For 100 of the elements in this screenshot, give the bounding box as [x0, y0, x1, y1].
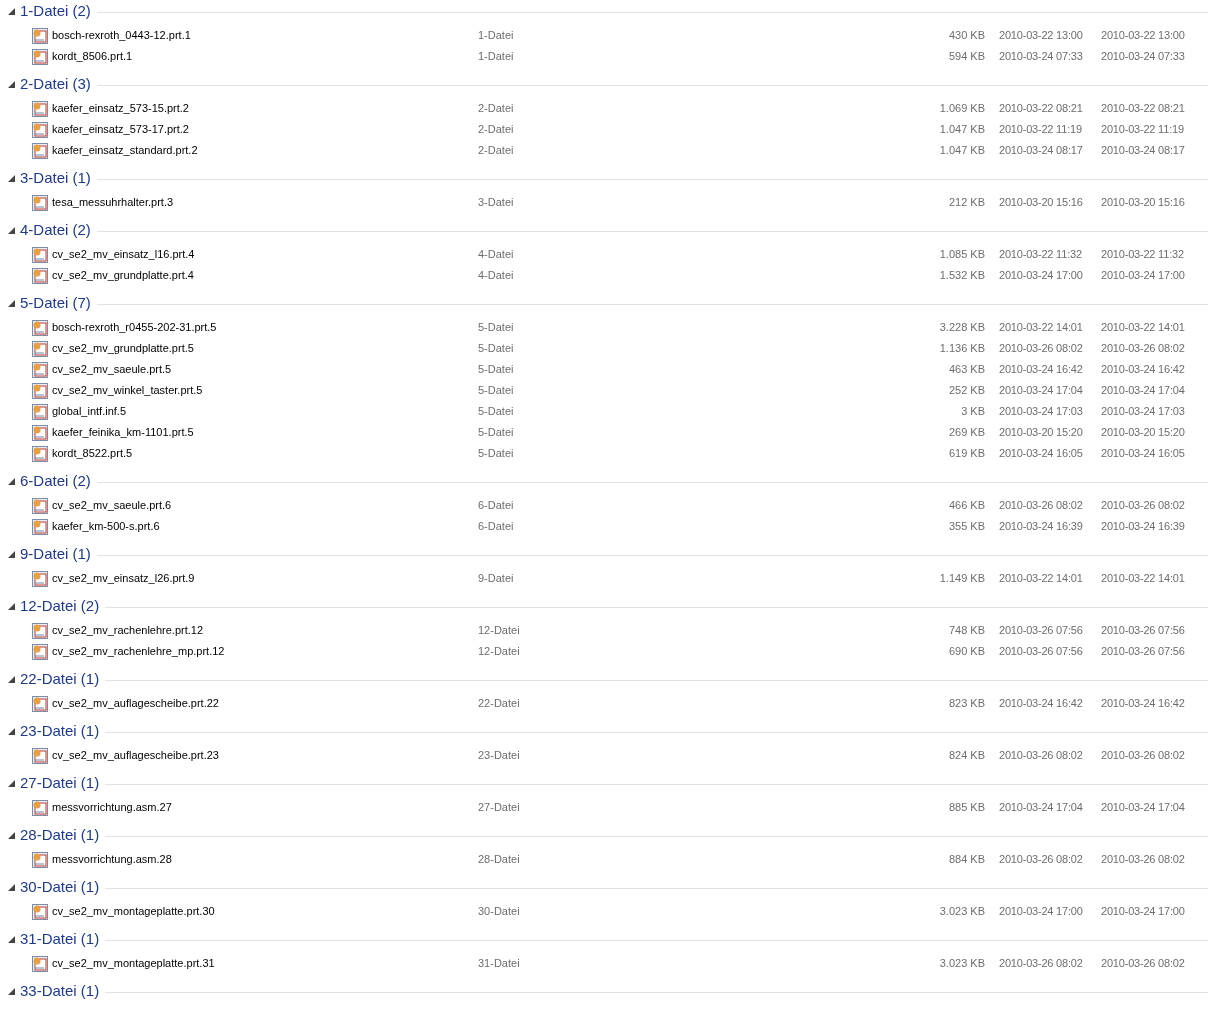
- file-type: 4-Datei: [478, 268, 515, 284]
- collapse-icon[interactable]: [7, 779, 15, 787]
- file-type: 30-Datei: [478, 904, 521, 920]
- group-header[interactable]: 1-Datei (2): [20, 0, 97, 23]
- file-date: 2010-03-22 08:21: [1100, 101, 1186, 117]
- file-name[interactable]: tesa_messuhrhalter.prt.3: [48, 194, 478, 211]
- file-type: 5-Datei: [478, 404, 515, 420]
- group-header[interactable]: 33-Datei (1): [20, 979, 106, 1003]
- file-size: 355 KB: [947, 519, 985, 535]
- collapse-icon[interactable]: [7, 831, 15, 839]
- file-date: 2010-03-24 17:00: [1100, 268, 1186, 284]
- file-type: 4-Datei: [478, 247, 515, 263]
- file-date: 2010-03-22 14:01: [998, 320, 1084, 336]
- collapse-icon[interactable]: [7, 727, 15, 735]
- file-date: 2010-03-20 15:16: [998, 195, 1084, 211]
- file-name[interactable]: cv_se2_mv_einsatz_l26.prt.9: [48, 570, 478, 587]
- file-type: 9-Datei: [478, 571, 515, 587]
- collapse-icon[interactable]: [7, 883, 15, 891]
- file-type: 5-Datei: [478, 446, 515, 462]
- file-date: 2010-03-22 14:01: [998, 571, 1084, 587]
- file-name[interactable]: kaefer_einsatz_standard.prt.2: [48, 142, 478, 159]
- file-date: 2010-03-20 15:16: [1100, 195, 1186, 211]
- file-date: 2010-03-24 17:00: [1100, 904, 1186, 920]
- file-name[interactable]: messvorrichtung.asm.27: [48, 799, 478, 816]
- group-header[interactable]: 9-Datei (1): [20, 542, 97, 566]
- file-name[interactable]: cv_se2_mv_saeule.prt.6: [48, 497, 478, 514]
- group-header[interactable]: 2-Datei (3): [20, 72, 97, 96]
- group-header[interactable]: 3-Datei (1): [20, 166, 97, 190]
- collapse-icon[interactable]: [7, 675, 15, 683]
- collapse-icon[interactable]: [7, 80, 15, 88]
- file-name[interactable]: kaefer_feinika_km-1101.prt.5: [48, 424, 478, 441]
- file-name[interactable]: messvorrichtung.asm.28: [48, 851, 478, 868]
- file-name[interactable]: kaefer_einsatz_573-15.prt.2: [48, 100, 478, 117]
- file-date: 2010-03-22 08:21: [998, 101, 1084, 117]
- collapse-icon[interactable]: [7, 299, 15, 307]
- collapse-icon[interactable]: [7, 602, 15, 610]
- file-date: 2010-03-26 08:02: [998, 956, 1084, 972]
- collapse-icon[interactable]: [7, 7, 15, 15]
- file-date: 2010-03-24 16:05: [1100, 446, 1186, 462]
- file-name[interactable]: bosch-rexroth_r0455-202-31.prt.5: [48, 319, 478, 336]
- group-header[interactable]: 22-Datei (1): [20, 667, 106, 691]
- file-name[interactable]: cv_se2_mv_montageplatte.prt.31: [48, 955, 478, 972]
- file-size: 252 KB: [947, 383, 985, 399]
- file-date: 2010-03-26 08:02: [1100, 748, 1186, 764]
- group-header[interactable]: 23-Datei (1): [20, 719, 106, 743]
- file-name[interactable]: cv_se2_mv_winkel_taster.prt.5: [48, 382, 478, 399]
- file-icon: [32, 267, 48, 284]
- file-name[interactable]: bosch-rexroth_0443-12.prt.1: [48, 27, 478, 44]
- file-type: 6-Datei: [478, 498, 515, 514]
- group-header[interactable]: 4-Datei (2): [20, 218, 97, 242]
- file-date: 2010-03-26 08:02: [1100, 341, 1186, 357]
- file-type: 31-Datei: [478, 956, 521, 972]
- file-name[interactable]: kaefer_km-500-s.prt.6: [48, 518, 478, 535]
- group-header[interactable]: 28-Datei (1): [20, 823, 106, 847]
- file-type: 3-Datei: [478, 195, 515, 211]
- file-date: 2010-03-26 07:56: [998, 623, 1084, 639]
- file-name[interactable]: cv_se2_mv_rachenlehre_mp.prt.12: [48, 643, 478, 660]
- file-name[interactable]: kaefer_einsatz_573-17.prt.2: [48, 121, 478, 138]
- group-header[interactable]: 5-Datei (7): [20, 291, 97, 315]
- file-name[interactable]: global_intf.inf.5: [48, 403, 478, 420]
- file-date: 2010-03-24 17:04: [998, 800, 1084, 816]
- file-size: 594 KB: [947, 49, 985, 65]
- file-name[interactable]: cv_se2_mv_einsatz_l16.prt.4: [48, 246, 478, 263]
- file-size: 3.228 KB: [938, 320, 985, 336]
- file-date: 2010-03-26 08:02: [1100, 852, 1186, 868]
- collapse-icon[interactable]: [7, 935, 15, 943]
- file-size: 466 KB: [947, 498, 985, 514]
- collapse-icon[interactable]: [7, 174, 15, 182]
- file-name[interactable]: cv_se2_mv_grundplatte.prt.4: [48, 267, 478, 284]
- file-date: 2010-03-24 17:03: [1100, 404, 1186, 420]
- file-type: 1-Datei: [478, 49, 515, 65]
- file-size: 690 KB: [947, 644, 985, 660]
- group-header[interactable]: 30-Datei (1): [20, 875, 106, 899]
- file-name[interactable]: kordt_8522.prt.5: [48, 445, 478, 462]
- group-header[interactable]: 12-Datei (2): [20, 594, 106, 618]
- file-name[interactable]: kordt_8506.prt.1: [48, 48, 478, 65]
- file-date: 2010-03-24 16:42: [1100, 696, 1186, 712]
- group-header[interactable]: 6-Datei (2): [20, 469, 97, 493]
- file-size: 1.047 KB: [938, 143, 985, 159]
- collapse-icon[interactable]: [7, 987, 15, 995]
- file-icon: [32, 424, 48, 441]
- group-header[interactable]: 27-Datei (1): [20, 771, 106, 795]
- file-name[interactable]: cv_se2_mv_auflagescheibe.prt.23: [48, 747, 478, 764]
- file-size: 1.069 KB: [938, 101, 985, 117]
- collapse-icon[interactable]: [7, 550, 15, 558]
- file-date: 2010-03-26 08:02: [998, 748, 1084, 764]
- collapse-icon[interactable]: [7, 477, 15, 485]
- file-date: 2010-03-26 08:02: [1100, 956, 1186, 972]
- group-header[interactable]: 31-Datei (1): [20, 927, 106, 951]
- file-name[interactable]: cv_se2_mv_saeule.prt.5: [48, 361, 478, 378]
- collapse-icon[interactable]: [7, 226, 15, 234]
- file-icon: [32, 622, 48, 639]
- file-name[interactable]: cv_se2_mv_montageplatte.prt.30: [48, 903, 478, 920]
- file-name[interactable]: cv_se2_mv_grundplatte.prt.5: [48, 340, 478, 357]
- file-name[interactable]: cv_se2_mv_auflagescheibe.prt.22: [48, 695, 478, 712]
- file-size: 3.023 KB: [938, 956, 985, 972]
- file-name[interactable]: cv_se2_mv_rachenlehre.prt.12: [48, 622, 478, 639]
- file-icon: [32, 319, 48, 336]
- file-icon: [32, 445, 48, 462]
- file-size: 430 KB: [947, 28, 985, 44]
